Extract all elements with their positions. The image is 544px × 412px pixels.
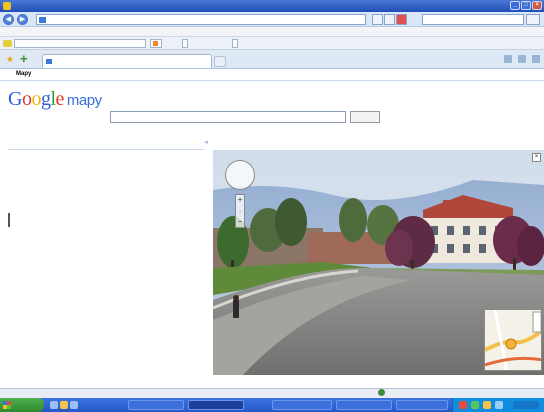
close-button[interactable]: × bbox=[532, 1, 542, 10]
maps-search-button[interactable] bbox=[350, 111, 380, 123]
minimize-button[interactable]: _ bbox=[510, 1, 520, 10]
taskbar-item-3[interactable] bbox=[272, 400, 332, 410]
globe-icon bbox=[378, 389, 385, 396]
zoom-slider[interactable]: · bbox=[236, 206, 244, 217]
left-link-2[interactable] bbox=[8, 180, 118, 187]
google-nav: Mapy bbox=[0, 69, 544, 81]
maximize-button[interactable]: □ bbox=[521, 1, 531, 10]
taskbar-item-1[interactable] bbox=[128, 400, 184, 410]
print-button[interactable] bbox=[518, 55, 526, 65]
system-tray bbox=[452, 398, 544, 412]
google-toolbar bbox=[0, 37, 544, 50]
command-bar bbox=[504, 55, 540, 65]
menu-bar bbox=[0, 27, 544, 37]
logo-product-name: mapy bbox=[66, 92, 102, 109]
map-footer bbox=[213, 377, 544, 385]
pagerank-button[interactable] bbox=[182, 39, 188, 48]
tray-icon-1[interactable] bbox=[459, 401, 467, 409]
left-feature-text bbox=[18, 213, 168, 227]
left-feature-line-2[interactable] bbox=[18, 220, 168, 227]
maps-search-input[interactable] bbox=[110, 111, 346, 123]
logo-letter-g: G bbox=[8, 88, 22, 110]
left-feature bbox=[8, 213, 204, 227]
zoom-in-button[interactable]: + bbox=[236, 195, 244, 206]
toolbar-search-button[interactable] bbox=[150, 39, 162, 48]
left-section-title bbox=[8, 166, 204, 173]
tab-favicon-icon bbox=[46, 59, 52, 64]
windows-flag-icon bbox=[3, 401, 11, 409]
nav-link-maps-active: Mapy bbox=[16, 71, 32, 77]
print-icon bbox=[518, 55, 526, 63]
quicklaunch-desktop-icon[interactable] bbox=[70, 401, 78, 409]
search-options-link[interactable] bbox=[384, 112, 474, 120]
left-feature-line-1[interactable] bbox=[18, 213, 168, 220]
minimap[interactable] bbox=[484, 309, 542, 371]
tray-icon-3[interactable] bbox=[483, 401, 491, 409]
favorites-star-icon[interactable]: ★ bbox=[6, 54, 14, 65]
minimap-graphic bbox=[485, 310, 541, 370]
pegman-icon bbox=[8, 213, 15, 227]
left-panel-header bbox=[8, 140, 204, 150]
ie-status-bar bbox=[0, 388, 544, 398]
tray-icon-4[interactable] bbox=[495, 401, 503, 409]
windows-taskbar bbox=[0, 398, 544, 412]
add-favorites-icon[interactable]: ✚ bbox=[20, 54, 28, 65]
street-view-zoom: + · − bbox=[235, 194, 245, 228]
left-link-1[interactable] bbox=[8, 173, 118, 180]
street-view-panorama[interactable]: + · − × bbox=[213, 150, 544, 375]
address-bar[interactable] bbox=[36, 14, 366, 25]
dropdown-icon[interactable] bbox=[372, 14, 383, 25]
street-view-compass[interactable] bbox=[225, 160, 255, 190]
home-button[interactable] bbox=[504, 55, 512, 65]
taskbar-item-5[interactable] bbox=[396, 400, 448, 410]
street-view-close-button[interactable]: × bbox=[532, 153, 541, 162]
left-link-4[interactable] bbox=[8, 194, 118, 201]
tools-button[interactable] bbox=[532, 55, 540, 65]
ie-app-icon bbox=[3, 2, 11, 10]
taskbar-item-4[interactable] bbox=[336, 400, 392, 410]
search-icon[interactable] bbox=[526, 14, 540, 25]
window-titlebar: _ □ × bbox=[0, 0, 544, 12]
left-link-3[interactable] bbox=[8, 187, 118, 194]
address-actions bbox=[372, 14, 407, 25]
new-tab-button[interactable] bbox=[214, 56, 226, 67]
map-tools-links[interactable] bbox=[420, 140, 544, 149]
collapse-panel-icon[interactable]: « bbox=[205, 140, 213, 148]
search-icon bbox=[153, 41, 158, 46]
tab-row: ★ ✚ bbox=[0, 50, 544, 69]
live-search-input[interactable] bbox=[422, 14, 524, 25]
quicklaunch-folder-icon[interactable] bbox=[60, 401, 68, 409]
home-icon bbox=[504, 55, 512, 63]
tools-icon bbox=[532, 55, 540, 63]
back-button[interactable]: ◀ bbox=[3, 14, 14, 25]
forward-button[interactable]: ▶ bbox=[17, 14, 28, 25]
tray-clock[interactable] bbox=[513, 401, 539, 409]
logo-letter-o2: o bbox=[31, 88, 41, 110]
toolbar-search-input[interactable] bbox=[14, 39, 146, 48]
left-panel bbox=[8, 152, 204, 227]
page-favicon-icon bbox=[39, 17, 46, 23]
stop-icon[interactable] bbox=[396, 14, 407, 25]
start-button[interactable] bbox=[0, 398, 44, 412]
window-controls: _ □ × bbox=[510, 1, 542, 10]
logo-letter-e: e bbox=[55, 88, 65, 110]
refresh-icon[interactable] bbox=[384, 14, 395, 25]
tray-icon-2[interactable] bbox=[471, 401, 479, 409]
google-maps-logo[interactable]: Google mapy bbox=[8, 88, 102, 111]
left-link-top[interactable] bbox=[8, 152, 118, 159]
search-hint bbox=[112, 124, 272, 130]
google-toolbar-icon bbox=[3, 40, 12, 47]
address-row: ◀ ▶ bbox=[0, 12, 544, 27]
zoom-out-button[interactable]: − bbox=[236, 217, 244, 228]
pedestrian bbox=[233, 295, 239, 318]
taskbar-item-2[interactable] bbox=[188, 400, 244, 410]
toolbar-options-button[interactable] bbox=[232, 39, 238, 48]
quicklaunch-ie-icon[interactable] bbox=[50, 401, 58, 409]
tab-google-maps[interactable] bbox=[42, 54, 212, 68]
